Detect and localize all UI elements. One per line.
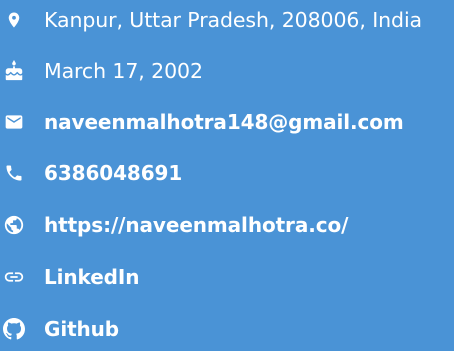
contact-row-linkedin[interactable]: LinkedIn bbox=[0, 262, 454, 292]
contact-info-panel: Kanpur, Uttar Pradesh, 208006, India Mar… bbox=[0, 0, 454, 351]
birthday-text: March 17, 2002 bbox=[44, 59, 203, 83]
phone-link[interactable]: 6386048691 bbox=[44, 158, 182, 188]
contact-row-github[interactable]: Github bbox=[0, 314, 454, 344]
mail-icon bbox=[2, 110, 26, 134]
location-pin-icon bbox=[2, 8, 26, 32]
github-link[interactable]: Github bbox=[44, 314, 119, 344]
website-link[interactable]: https://naveenmalhotra.co/ bbox=[44, 210, 348, 240]
globe-icon bbox=[2, 213, 26, 237]
contact-row-birthday: March 17, 2002 bbox=[0, 56, 454, 86]
linkedin-link[interactable]: LinkedIn bbox=[44, 262, 139, 292]
contact-row-address: Kanpur, Uttar Pradesh, 208006, India bbox=[0, 5, 454, 35]
contact-row-email[interactable]: naveenmalhotra148@gmail.com bbox=[0, 107, 454, 137]
address-text: Kanpur, Uttar Pradesh, 208006, India bbox=[44, 8, 423, 32]
contact-row-website[interactable]: https://naveenmalhotra.co/ bbox=[0, 210, 454, 240]
link-icon bbox=[2, 265, 26, 289]
phone-icon bbox=[2, 161, 26, 185]
email-link[interactable]: naveenmalhotra148@gmail.com bbox=[44, 107, 404, 137]
github-icon bbox=[2, 317, 26, 341]
cake-icon bbox=[2, 59, 26, 83]
contact-row-phone[interactable]: 6386048691 bbox=[0, 158, 454, 188]
